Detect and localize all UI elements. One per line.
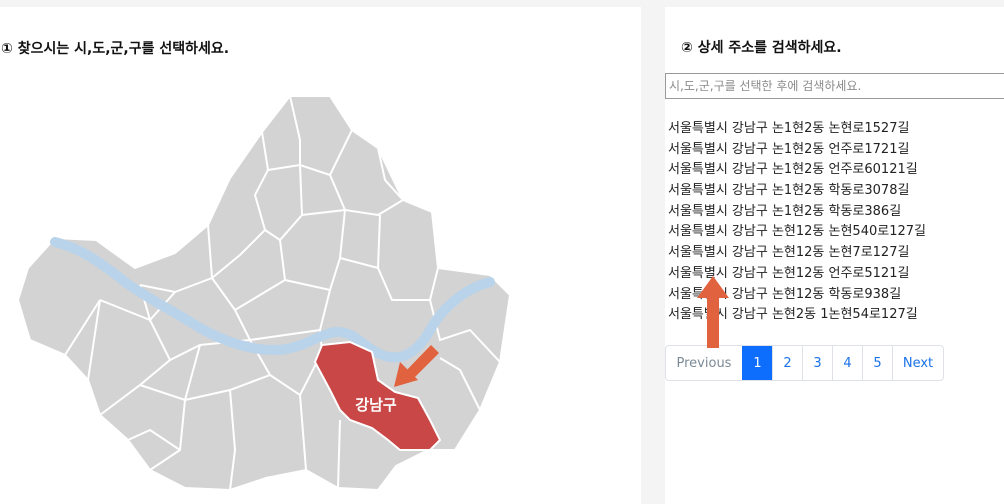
up-arrow-icon <box>697 276 729 348</box>
address-result-item[interactable]: 서울특별시 강남구 논1현2동 언주로60121길 <box>668 160 926 181</box>
address-result-item[interactable]: 서울특별시 강남구 논현12동 논현540로127길 <box>668 222 926 243</box>
selected-district-label: 강남구 <box>355 396 397 414</box>
address-result-item[interactable]: 서울특별시 강남구 논1현2동 학동로386길 <box>668 202 926 223</box>
pagination-page-3[interactable]: 3 <box>802 346 832 380</box>
step2-title: ② 상세 주소를 검색하세요. <box>681 40 842 56</box>
seoul-district-map[interactable]: 강남구 <box>0 7 641 504</box>
pagination-next-button[interactable]: Next <box>892 346 943 380</box>
pagination-previous-button[interactable]: Previous <box>666 346 742 380</box>
address-result-item[interactable]: 서울특별시 강남구 논1현2동 학동로3078길 <box>668 181 926 202</box>
address-result-item[interactable]: 서울특별시 강남구 논1현2동 언주로1721길 <box>668 140 926 161</box>
address-search-panel: ② 상세 주소를 검색하세요. 서울특별시 강남구 논1현2동 논현로1527길… <box>665 7 1004 504</box>
pagination-page-5[interactable]: 5 <box>862 346 892 380</box>
pagination: Previous 1 2 3 4 5 Next <box>665 345 944 381</box>
address-result-item[interactable]: 서울특별시 강남구 논1현2동 논현로1527길 <box>668 119 926 140</box>
pagination-page-4[interactable]: 4 <box>832 346 862 380</box>
address-search-input[interactable] <box>665 73 1004 99</box>
address-result-item[interactable]: 서울특별시 강남구 논현12동 논현7로127길 <box>668 243 926 264</box>
district-select-panel: ① 찾으시는 시,도,군,구를 선택하세요. 강남구 <box>0 7 641 504</box>
pagination-page-1[interactable]: 1 <box>742 346 772 380</box>
pagination-page-2[interactable]: 2 <box>772 346 802 380</box>
